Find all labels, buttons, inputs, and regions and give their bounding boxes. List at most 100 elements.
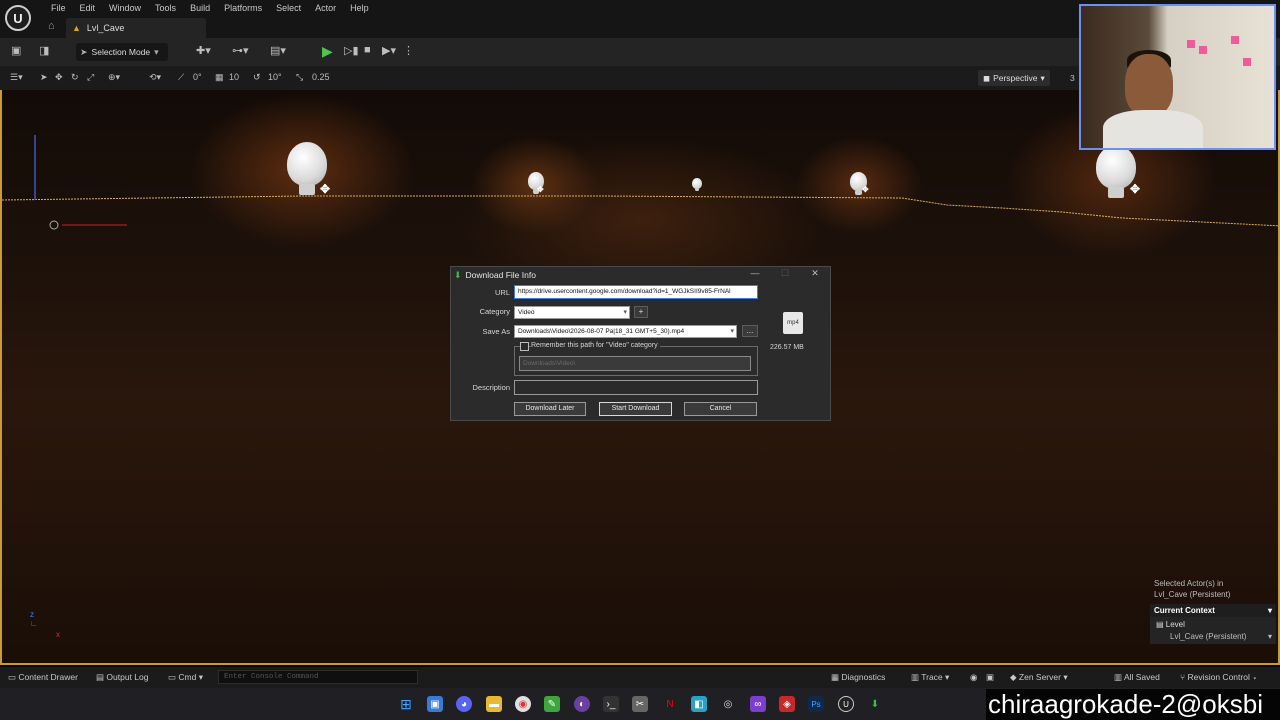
rotate-tool-icon[interactable]: ↻ [71,72,79,83]
viewport-extra-label[interactable]: 3 [1070,73,1075,83]
windows-start-icon[interactable]: ⊞ [398,696,414,712]
webcam-overlay [1079,4,1276,150]
rotation-snap-value[interactable]: 10° [268,72,282,82]
menu-select[interactable]: Select [269,2,308,14]
level-icon: ▤ [1156,620,1166,629]
more-options-icon[interactable]: ⋮ [403,44,414,57]
diagnostics-button[interactable]: ▦ Diagnostics [831,672,885,683]
menu-window[interactable]: Window [102,2,148,14]
move-gizmo-icon[interactable]: ✥ [862,185,869,194]
netflix-icon[interactable]: N [662,696,678,712]
sticky-note [1187,40,1195,48]
add-actor-icon[interactable]: ✚▾ [196,44,211,57]
download-later-button[interactable]: Download Later [514,402,586,416]
diagnostics-label: Diagnostics [841,672,886,682]
obs-icon[interactable]: ◎ [720,696,736,712]
grid-snap-value[interactable]: 10 [229,72,239,82]
scale-snap-value[interactable]: 0.25 [312,72,330,82]
file-explorer-icon[interactable]: ▬ [486,696,502,712]
store-icon[interactable]: ▣ [427,696,443,712]
surface-snap-icon[interactable]: ⟲▾ [149,72,161,83]
menu-edit[interactable]: Edit [73,2,103,14]
cinematics-icon[interactable]: ▤▾ [270,44,286,57]
console-command-input[interactable]: Enter Console Command [218,670,418,684]
url-field[interactable]: https://drive.usercontent.google.com/dow… [514,285,758,299]
zen-server-button[interactable]: ◆ Zen Server ▾ [1010,672,1068,683]
save-as-select[interactable]: Downloads\Video\2026-08-07 Pa|18_31 GMT+… [514,325,737,338]
level-selector[interactable]: Lvl_Cave (Persistent) ▾ [1150,629,1276,644]
viewport-menu-icon[interactable]: ☰▾ [10,72,23,83]
tab-level[interactable]: ▲ Lvl_Cave [66,18,206,38]
move-gizmo-icon[interactable]: ✥ [320,182,330,196]
trace-button[interactable]: ▥ Trace ▾ [911,672,949,683]
unreal-logo-icon[interactable]: U [5,5,31,31]
category-value: Video [518,309,535,316]
remember-path-checkbox[interactable] [520,342,529,351]
point-light-bulb-icon[interactable] [287,142,327,195]
point-light-bulb-icon[interactable] [692,178,702,192]
menu-items: File Edit Window Tools Build Platforms S… [44,2,376,14]
menu-tools[interactable]: Tools [148,2,183,14]
github-icon[interactable]: ◐ [574,696,590,712]
idm-icon[interactable]: ⬇ [867,696,883,712]
output-log-button[interactable]: ▤ Output Log [96,672,148,683]
trace-record-icon[interactable]: ◉ [970,672,977,683]
menu-platforms[interactable]: Platforms [217,2,269,14]
photoshop-icon[interactable]: Ps [808,696,824,712]
content-drawer-button[interactable]: ▭ Content Drawer [8,672,78,683]
terminal-icon[interactable]: ›_ [603,696,619,712]
menu-file[interactable]: File [44,2,73,14]
notepad-plus-icon[interactable]: ✎ [544,696,560,712]
status-bar: ▭ Content Drawer ▤ Output Log ▭ Cmd ▾ En… [0,667,1280,688]
cancel-button[interactable]: Cancel [684,402,757,416]
app-icon[interactable]: ◧ [691,696,707,712]
discord-icon[interactable]: ◕ [456,696,472,712]
close-icon[interactable]: ✕ [803,268,827,279]
home-icon[interactable]: ⌂ [48,20,55,32]
menu-build[interactable]: Build [183,2,217,14]
play-options-icon[interactable]: ▶▾ [382,44,396,57]
revision-control-button[interactable]: ⑂ Revision Control ▾ [1180,672,1257,682]
perspective-dropdown[interactable]: ◼ Perspective ▾ [978,70,1050,86]
angle-snap-value[interactable]: 0° [193,72,202,82]
visual-studio-icon[interactable]: ∞ [750,696,766,712]
chevron-down-icon: ▾ [1267,632,1272,641]
world-space-icon[interactable]: ⊕▾ [108,72,120,83]
current-context-label: Current Context [1154,606,1215,615]
description-field[interactable] [514,380,758,395]
grid-snap-icon[interactable]: ▦ [215,72,224,83]
chrome-icon[interactable]: ◉ [515,696,531,712]
rotation-snap-icon[interactable]: ↺ [253,72,261,83]
content-browser-icon[interactable]: ◨ [39,44,49,57]
step-icon[interactable]: ▷▮ [344,44,359,57]
scale-snap-icon[interactable]: ⤡ [296,72,303,83]
move-gizmo-icon[interactable]: ✥ [1130,182,1140,196]
cmd-label: Cmd [178,672,197,682]
snipping-icon[interactable]: ✂ [632,696,648,712]
davinci-icon[interactable]: ◈ [779,696,795,712]
save-icon[interactable]: ▣ [11,44,21,57]
menu-actor[interactable]: Actor [308,2,343,14]
blueprint-icon[interactable]: ⊶▾ [232,44,249,57]
current-context-header[interactable]: Current Context ▾ [1150,604,1276,617]
selection-mode-dropdown[interactable]: ➤ Selection Mode ▾ [76,43,168,61]
scale-tool-icon[interactable]: ⤢ [87,72,94,83]
move-tool-icon[interactable]: ✥ [55,72,63,83]
start-download-button[interactable]: Start Download [599,402,672,416]
all-saved-button[interactable]: ▥ All Saved [1114,672,1160,683]
screenshot-icon[interactable]: ▣ [986,672,994,683]
stop-icon[interactable]: ■ [364,44,371,56]
category-select[interactable]: Video ▾ [514,306,630,319]
add-category-button[interactable]: + [634,306,648,318]
minimize-icon[interactable]: — [743,268,767,278]
play-button[interactable]: ▶ [322,43,333,60]
cmd-dropdown[interactable]: ▭ Cmd ▾ [168,672,203,683]
menu-help[interactable]: Help [343,2,376,14]
browse-button[interactable]: ... [742,325,758,337]
select-tool-icon[interactable]: ➤ [40,72,48,83]
person-head [1125,54,1173,116]
unreal-engine-icon[interactable]: U [838,696,854,712]
file-size: 226.57 MB [770,344,804,351]
angle-snap-icon[interactable]: ⟋ [178,72,184,83]
move-gizmo-icon[interactable]: ✥ [537,185,544,194]
